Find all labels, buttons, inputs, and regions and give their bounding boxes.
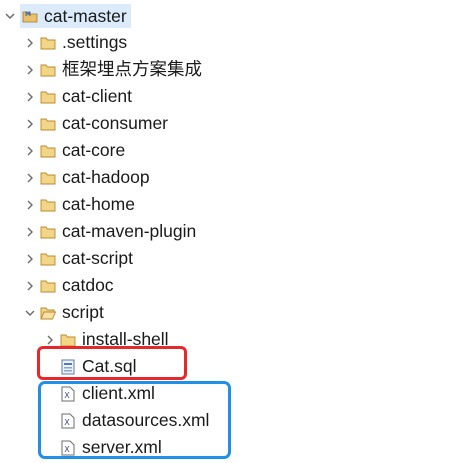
folder-icon [40, 224, 56, 240]
blue-annotation-box [38, 381, 231, 459]
folder-icon [40, 116, 56, 132]
tree-item-cat-maven-plugin[interactable]: cat-maven-plugin [24, 218, 196, 245]
tree-item-label: cat-consumer [62, 113, 169, 133]
tree-item-catdoc[interactable]: catdoc [24, 272, 114, 299]
tree-item-cat-hadoop[interactable]: cat-hadoop [24, 164, 150, 191]
tree-item-label: script [62, 302, 104, 322]
tree-item-label: .settings [62, 32, 128, 52]
folder-icon [40, 197, 56, 213]
tree-item-cat-master[interactable]: M cat-master [4, 2, 131, 29]
tree-item-label: cat-hadoop [62, 167, 150, 187]
chevron-right-icon[interactable] [24, 83, 36, 110]
folder-icon [40, 278, 56, 294]
chevron-right-icon[interactable] [24, 272, 36, 299]
tree-item-cat-client[interactable]: cat-client [24, 83, 132, 110]
tree-item-label: catdoc [62, 275, 114, 295]
maven-project-icon: M [22, 8, 38, 24]
tree-item-label: cat-core [62, 140, 126, 160]
folder-open-icon [40, 305, 56, 321]
chevron-right-icon[interactable] [24, 191, 36, 218]
chevron-down-icon[interactable] [24, 299, 36, 326]
svg-text:M: M [25, 11, 31, 18]
tree-item-cat-core[interactable]: cat-core [24, 137, 125, 164]
selected-highlight: M cat-master [20, 3, 131, 28]
chevron-right-icon[interactable] [24, 218, 36, 245]
chevron-right-icon[interactable] [24, 164, 36, 191]
tree-item-cat-consumer[interactable]: cat-consumer [24, 110, 168, 137]
chevron-right-icon[interactable] [24, 29, 36, 56]
folder-icon [40, 62, 56, 78]
tree-item-framework-integration[interactable]: 框架埋点方案集成 [24, 56, 202, 83]
folder-icon [40, 251, 56, 267]
tree-item-label: cat-master [44, 5, 127, 26]
chevron-down-icon[interactable] [4, 2, 16, 29]
folder-icon [40, 143, 56, 159]
tree-item-label: cat-home [62, 194, 135, 214]
folder-icon [40, 35, 56, 51]
tree-item-settings[interactable]: .settings [24, 29, 127, 56]
tree-item-cat-home[interactable]: cat-home [24, 191, 135, 218]
tree-item-label: cat-client [62, 86, 133, 106]
tree-item-label: cat-maven-plugin [62, 221, 197, 241]
red-annotation-box [37, 346, 187, 380]
tree-item-script[interactable]: script [24, 299, 104, 326]
chevron-right-icon[interactable] [24, 245, 36, 272]
tree-item-label: cat-script [62, 248, 133, 268]
chevron-right-icon[interactable] [24, 110, 36, 137]
folder-icon [40, 89, 56, 105]
tree-item-label: 框架埋点方案集成 [62, 59, 202, 79]
folder-icon [40, 170, 56, 186]
project-explorer-tree: M cat-master .settings 框架埋点方案集成 cat-clie… [0, 0, 475, 463]
tree-item-cat-script[interactable]: cat-script [24, 245, 133, 272]
chevron-right-icon[interactable] [24, 56, 36, 83]
chevron-right-icon[interactable] [24, 137, 36, 164]
